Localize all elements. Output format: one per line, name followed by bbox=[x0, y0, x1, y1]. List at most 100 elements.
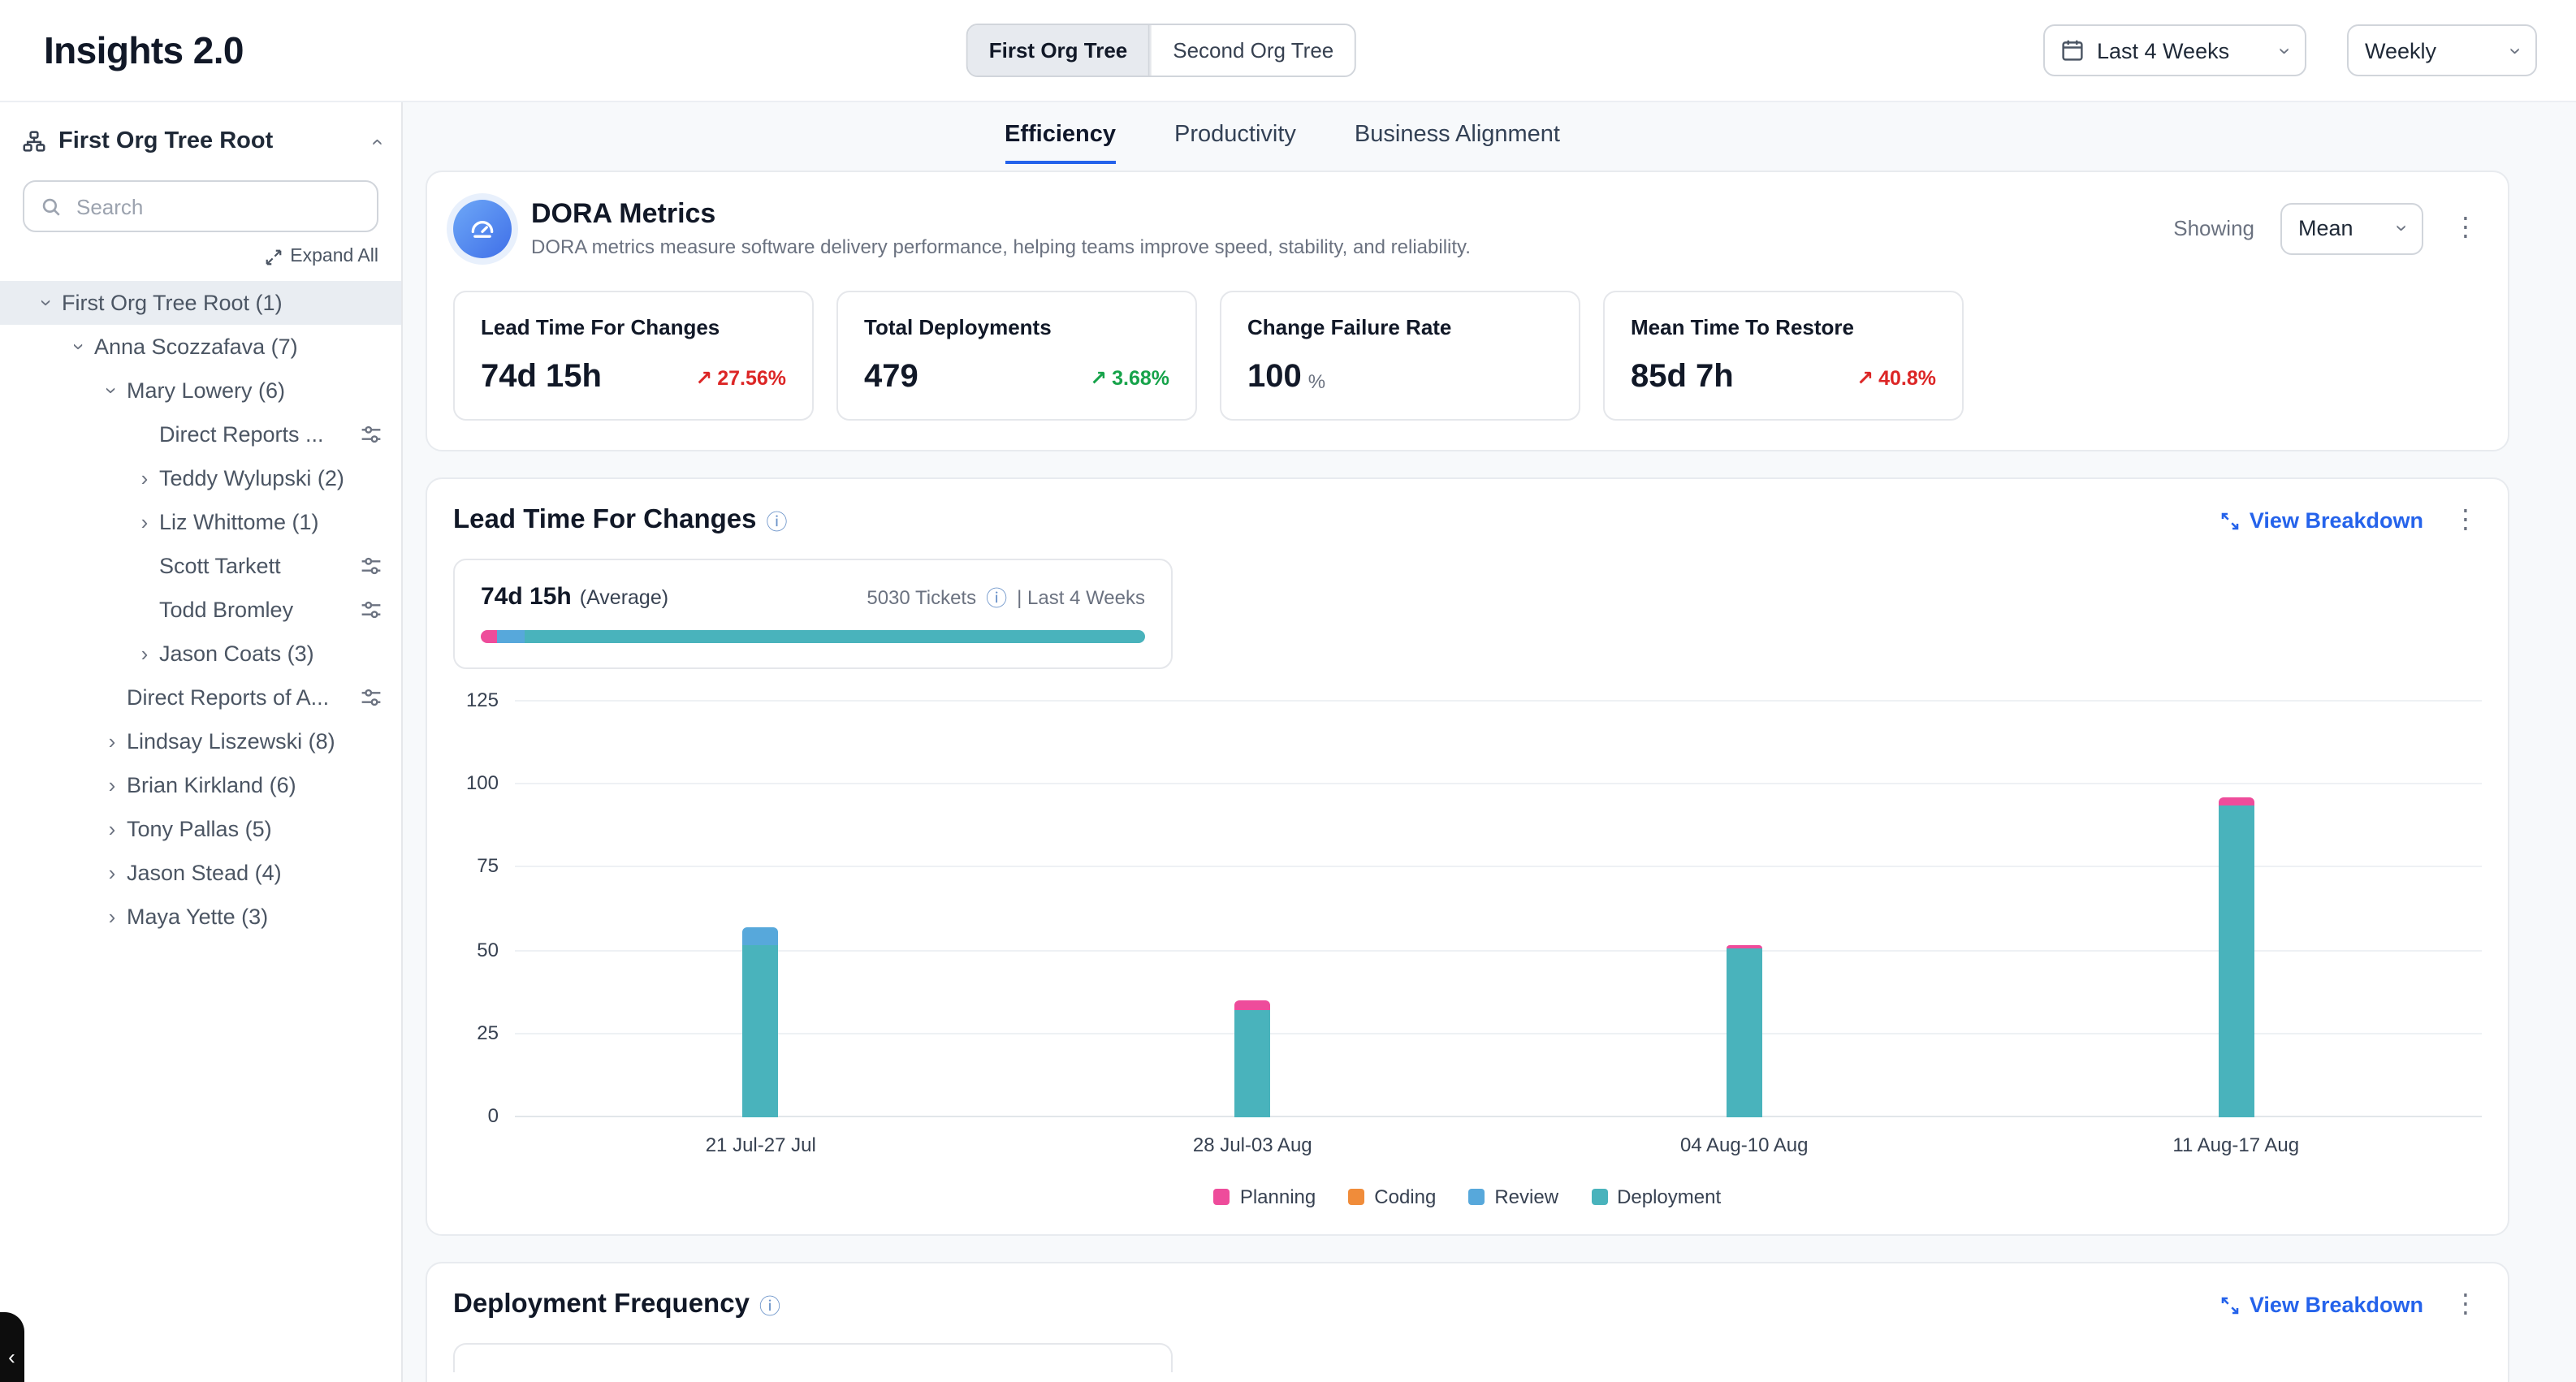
tree-item-direct-reports-of-a[interactable]: Direct Reports of A... bbox=[0, 676, 401, 719]
summary-meta: 5030 Tickets ⓘ | Last 4 Weeks bbox=[867, 581, 1145, 612]
bar-segment-deployment bbox=[1234, 1011, 1270, 1117]
showing-label: Showing bbox=[2173, 216, 2254, 240]
y-tick-label: 100 bbox=[466, 771, 499, 794]
tree-item-teddy-wylupski-2[interactable]: ›Teddy Wylupski (2) bbox=[0, 456, 401, 500]
dora-titles: DORA Metrics DORA metrics measure softwa… bbox=[531, 198, 1471, 258]
chevron-right-icon[interactable]: › bbox=[130, 641, 159, 666]
legend-item-review[interactable]: Review bbox=[1468, 1185, 1558, 1208]
metric-value: 74d 15h bbox=[481, 359, 602, 396]
sidebar-title: First Org Tree Root bbox=[58, 128, 273, 154]
chevron-right-icon[interactable]: › bbox=[130, 510, 159, 534]
chevron-right-icon[interactable]: › bbox=[130, 466, 159, 490]
phase-segment-planning bbox=[481, 630, 497, 643]
expand-all-label: Expand All bbox=[290, 247, 378, 266]
tree-item-todd-bromley[interactable]: Todd Bromley bbox=[0, 588, 401, 632]
sidebar-collapse-handle[interactable]: › bbox=[0, 1312, 24, 1382]
filter-sliders-icon[interactable] bbox=[361, 555, 382, 577]
tree-item-brian-kirkland-6[interactable]: ›Brian Kirkland (6) bbox=[0, 763, 401, 807]
legend-label: Deployment bbox=[1617, 1185, 1721, 1208]
metric-delta-value: 27.56% bbox=[717, 366, 786, 389]
tree-item-lindsay-liszewski-8[interactable]: ›Lindsay Liszewski (8) bbox=[0, 719, 401, 763]
deployment-frequency-panel: Deployment Frequency ⓘ View Breakdown bbox=[426, 1262, 2509, 1382]
metric-value: 100 bbox=[1247, 359, 1302, 396]
legend-item-coding[interactable]: Coding bbox=[1348, 1185, 1436, 1208]
metric-label: Lead Time For Changes bbox=[481, 315, 786, 339]
bar-segment-planning bbox=[2218, 798, 2254, 805]
tickets-count: 5030 Tickets bbox=[867, 585, 976, 608]
deployment-frequency-header: Deployment Frequency ⓘ View Breakdown bbox=[453, 1289, 2482, 1320]
tree-item-label: Mary Lowery (6) bbox=[127, 378, 285, 403]
tree-item-tony-pallas-5[interactable]: ›Tony Pallas (5) bbox=[0, 807, 401, 851]
tab-business-alignment[interactable]: Business Alignment bbox=[1355, 122, 1560, 164]
deployment-menu-dots-icon[interactable]: ⋮ bbox=[2449, 1292, 2482, 1318]
legend-swatch bbox=[1214, 1189, 1230, 1205]
insights-dashboard: Insights 2.0 First Org TreeSecond Org Tr… bbox=[0, 0, 2576, 1382]
y-tick-label: 50 bbox=[477, 938, 499, 961]
dora-subtitle: DORA metrics measure software delivery p… bbox=[531, 235, 1471, 258]
tree-item-scott-tarkett[interactable]: Scott Tarkett bbox=[0, 544, 401, 588]
x-axis-label: 04 Aug-10 Aug bbox=[1680, 1134, 1809, 1156]
tree-item-maya-yette-3[interactable]: ›Maya Yette (3) bbox=[0, 895, 401, 939]
chevron-right-icon[interactable]: › bbox=[97, 817, 127, 841]
chevron-right-icon[interactable]: › bbox=[97, 773, 127, 797]
granularity-select[interactable]: Weekly › bbox=[2347, 24, 2537, 76]
org-toggle-first-org-tree[interactable]: First Org Tree bbox=[968, 25, 1151, 76]
tree-item-first-org-tree-root-1[interactable]: ›First Org Tree Root (1) bbox=[0, 281, 401, 325]
search-input[interactable] bbox=[73, 192, 361, 220]
chevron-down-icon[interactable]: › bbox=[67, 332, 92, 361]
filter-sliders-icon[interactable] bbox=[361, 687, 382, 708]
tree-item-liz-whittome-1[interactable]: ›Liz Whittome (1) bbox=[0, 500, 401, 544]
granularity-value: Weekly bbox=[2365, 38, 2436, 63]
org-tree-icon bbox=[23, 130, 45, 153]
dora-header-controls: Showing Mean › ⋮ bbox=[2173, 202, 2482, 254]
tree-item-direct-reports[interactable]: Direct Reports ... bbox=[0, 412, 401, 456]
search-icon bbox=[41, 196, 62, 217]
info-icon[interactable]: ⓘ bbox=[767, 505, 788, 536]
metric-cards-row: Lead Time For Changes74d 15h↗27.56%Total… bbox=[453, 291, 2482, 421]
tab-productivity[interactable]: Productivity bbox=[1174, 122, 1296, 164]
filter-sliders-icon[interactable] bbox=[361, 599, 382, 620]
org-toggle-second-org-tree[interactable]: Second Org Tree bbox=[1150, 25, 1355, 76]
metric-delta: ↗27.56% bbox=[695, 365, 786, 390]
legend-label: Planning bbox=[1240, 1185, 1316, 1208]
legend-item-planning[interactable]: Planning bbox=[1214, 1185, 1316, 1208]
tree-item-mary-lowery-6[interactable]: ›Mary Lowery (6) bbox=[0, 369, 401, 412]
tree-item-label: Scott Tarkett bbox=[159, 554, 281, 578]
chevron-right-icon[interactable]: › bbox=[97, 905, 127, 929]
metric-value: 85d 7h bbox=[1631, 359, 1734, 396]
tree-item-label: Direct Reports of A... bbox=[127, 685, 329, 710]
legend-item-deployment[interactable]: Deployment bbox=[1591, 1185, 1721, 1208]
chevron-left-icon: › bbox=[9, 1347, 16, 1371]
content-scroll-area: DORA Metrics DORA metrics measure softwa… bbox=[403, 164, 2576, 1382]
dora-menu-dots-icon[interactable]: ⋮ bbox=[2449, 215, 2482, 241]
lead-time-menu-dots-icon[interactable]: ⋮ bbox=[2449, 507, 2482, 533]
org-tree: ›First Org Tree Root (1)›Anna Scozzafava… bbox=[0, 281, 401, 939]
tabs: Efficiency Productivity Business Alignment bbox=[403, 102, 2576, 164]
view-breakdown-button[interactable]: View Breakdown bbox=[2220, 508, 2423, 533]
chart-plot bbox=[515, 702, 2482, 1117]
tree-item-label: Anna Scozzafava (7) bbox=[94, 335, 298, 359]
view-breakdown-button[interactable]: View Breakdown bbox=[2220, 1293, 2423, 1317]
chevron-down-icon[interactable]: › bbox=[100, 376, 124, 405]
chevron-down-icon[interactable]: › bbox=[35, 288, 59, 317]
filter-sliders-icon[interactable] bbox=[361, 424, 382, 445]
expand-all-button[interactable]: Expand All bbox=[23, 247, 378, 266]
metric-card-change-failure-rate: Change Failure Rate100% bbox=[1220, 291, 1580, 421]
tree-item-anna-scozzafava-7[interactable]: ›Anna Scozzafava (7) bbox=[0, 325, 401, 369]
tree-item-jason-coats-3[interactable]: ›Jason Coats (3) bbox=[0, 632, 401, 676]
metric-value-row: 479↗3.68% bbox=[864, 359, 1169, 396]
info-icon[interactable]: ⓘ bbox=[759, 1289, 780, 1320]
x-axis-label: 28 Jul-03 Aug bbox=[1193, 1134, 1312, 1156]
tab-efficiency[interactable]: Efficiency bbox=[1005, 122, 1116, 164]
date-range-select[interactable]: Last 4 Weeks › bbox=[2043, 24, 2306, 76]
sidebar-collapse-icon[interactable]: › bbox=[365, 138, 386, 145]
chevron-right-icon[interactable]: › bbox=[97, 729, 127, 754]
legend-swatch bbox=[1468, 1189, 1485, 1205]
org-tree-toggle: First Org TreeSecond Org Tree bbox=[966, 24, 1357, 77]
chevron-right-icon[interactable]: › bbox=[97, 861, 127, 885]
info-icon[interactable]: ⓘ bbox=[986, 581, 1007, 612]
dora-title: DORA Metrics bbox=[531, 198, 1471, 231]
tree-item-jason-stead-4[interactable]: ›Jason Stead (4) bbox=[0, 851, 401, 895]
showing-select[interactable]: Mean › bbox=[2280, 202, 2423, 254]
metric-value-row: 74d 15h ↗27.56% bbox=[481, 359, 786, 396]
